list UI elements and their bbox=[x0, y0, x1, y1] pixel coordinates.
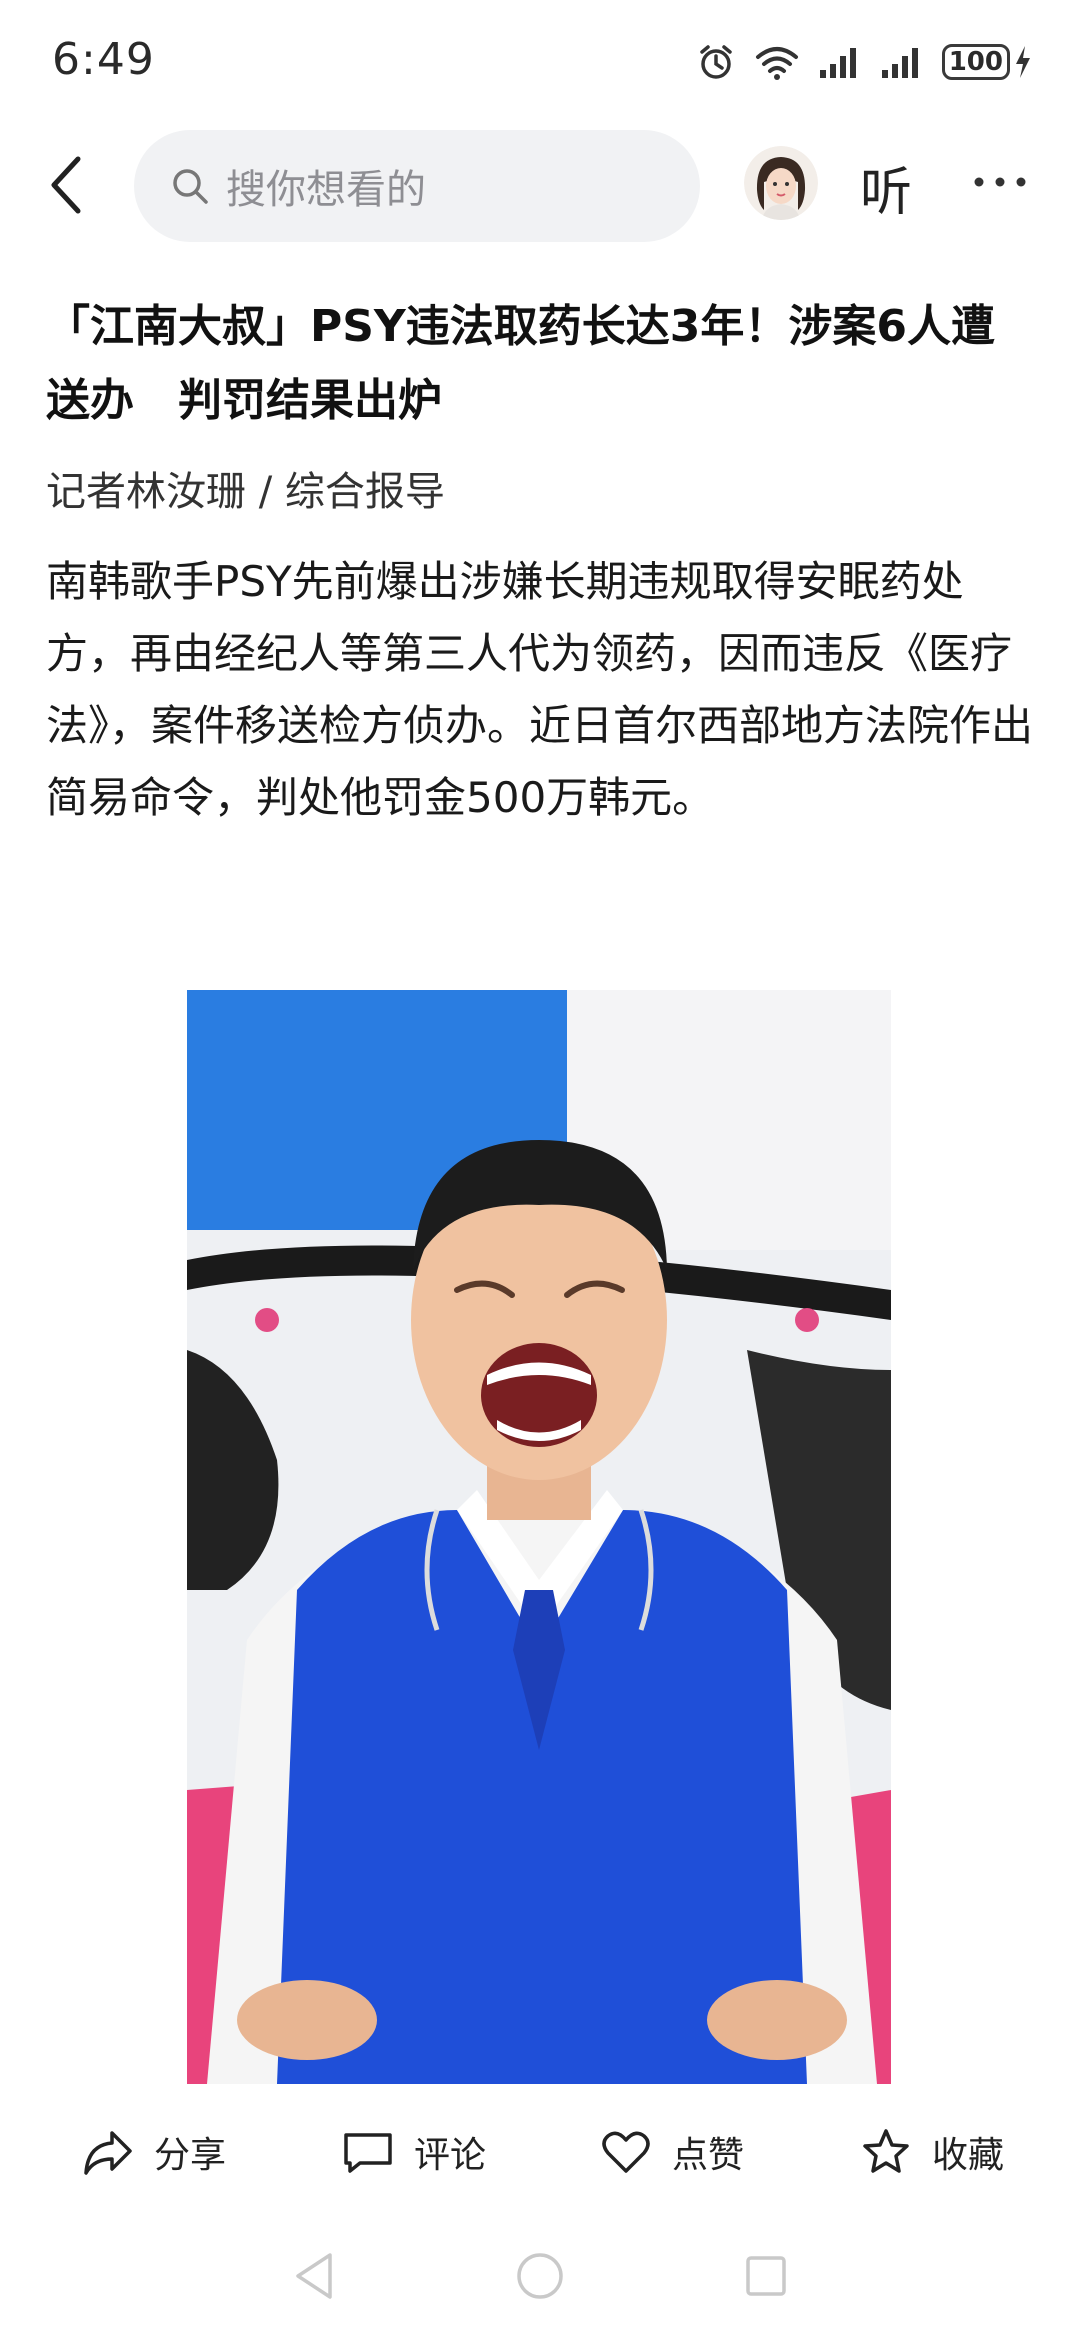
search-placeholder: 搜你想看的 bbox=[226, 167, 426, 213]
like-label: 点赞 bbox=[672, 2135, 745, 2176]
article-byline: 记者林汝珊 / 综合报导 bbox=[46, 469, 445, 515]
status-time: 6:49 bbox=[52, 34, 155, 85]
charging-icon bbox=[1014, 45, 1032, 79]
comment-icon bbox=[344, 2133, 392, 2173]
wifi-icon bbox=[754, 43, 800, 81]
article-body: 南韩歌手PSY先前爆出涉嫌长期违规取得安眠药处方，再由经纪人等第三人代为领药，因… bbox=[46, 557, 1034, 822]
chevron-left-icon bbox=[51, 156, 81, 214]
system-home-button[interactable] bbox=[512, 2248, 568, 2304]
comment-button[interactable]: 评论 bbox=[342, 2110, 486, 2194]
system-recents-button[interactable] bbox=[738, 2248, 794, 2304]
status-bar: 6:49 100 bbox=[0, 0, 1080, 120]
share-button[interactable]: 分享 bbox=[82, 2110, 226, 2194]
square-recents-icon bbox=[746, 2256, 786, 2296]
circle-home-icon bbox=[517, 2253, 563, 2299]
signal-icon-sim2 bbox=[880, 44, 924, 80]
star-icon bbox=[863, 2129, 909, 2173]
share-icon bbox=[84, 2131, 132, 2175]
article: 「江南大叔」PSY违法取药长达3年！涉案6人遭送办 判罚结果出炉 记者林汝珊 /… bbox=[46, 290, 1036, 834]
comment-label: 评论 bbox=[414, 2135, 487, 2176]
alarm-icon bbox=[696, 42, 736, 82]
heart-icon bbox=[602, 2131, 650, 2173]
favorite-label: 收藏 bbox=[932, 2135, 1005, 2176]
battery-level: 100 bbox=[941, 44, 1010, 80]
article-title: 「江南大叔」PSY违法取药长达3年！涉案6人遭送办 判罚结果出炉 bbox=[46, 301, 996, 426]
avatar[interactable] bbox=[744, 146, 818, 220]
action-bar: 分享 评论 点赞 收藏 bbox=[0, 2110, 1080, 2194]
triangle-back-icon bbox=[296, 2253, 332, 2299]
favorite-button[interactable]: 收藏 bbox=[860, 2110, 1004, 2194]
system-back-button[interactable] bbox=[286, 2248, 342, 2304]
battery-indicator: 100 bbox=[941, 44, 1032, 80]
more-button[interactable] bbox=[970, 152, 1030, 212]
like-button[interactable]: 点赞 bbox=[600, 2110, 744, 2194]
back-button[interactable] bbox=[36, 148, 96, 222]
share-label: 分享 bbox=[154, 2135, 227, 2176]
photo-image bbox=[187, 990, 891, 2084]
more-icon bbox=[974, 177, 1026, 187]
system-navigation-bar bbox=[0, 2240, 1080, 2310]
search-input[interactable]: 搜你想看的 bbox=[134, 130, 700, 242]
search-icon bbox=[168, 164, 212, 208]
listen-button[interactable]: 听 bbox=[860, 150, 912, 225]
signal-icon-sim1 bbox=[818, 44, 862, 80]
status-icons: 100 bbox=[696, 38, 1032, 86]
top-navigation: 搜你想看的 听 bbox=[0, 126, 1080, 244]
article-photo[interactable] bbox=[187, 990, 891, 2084]
